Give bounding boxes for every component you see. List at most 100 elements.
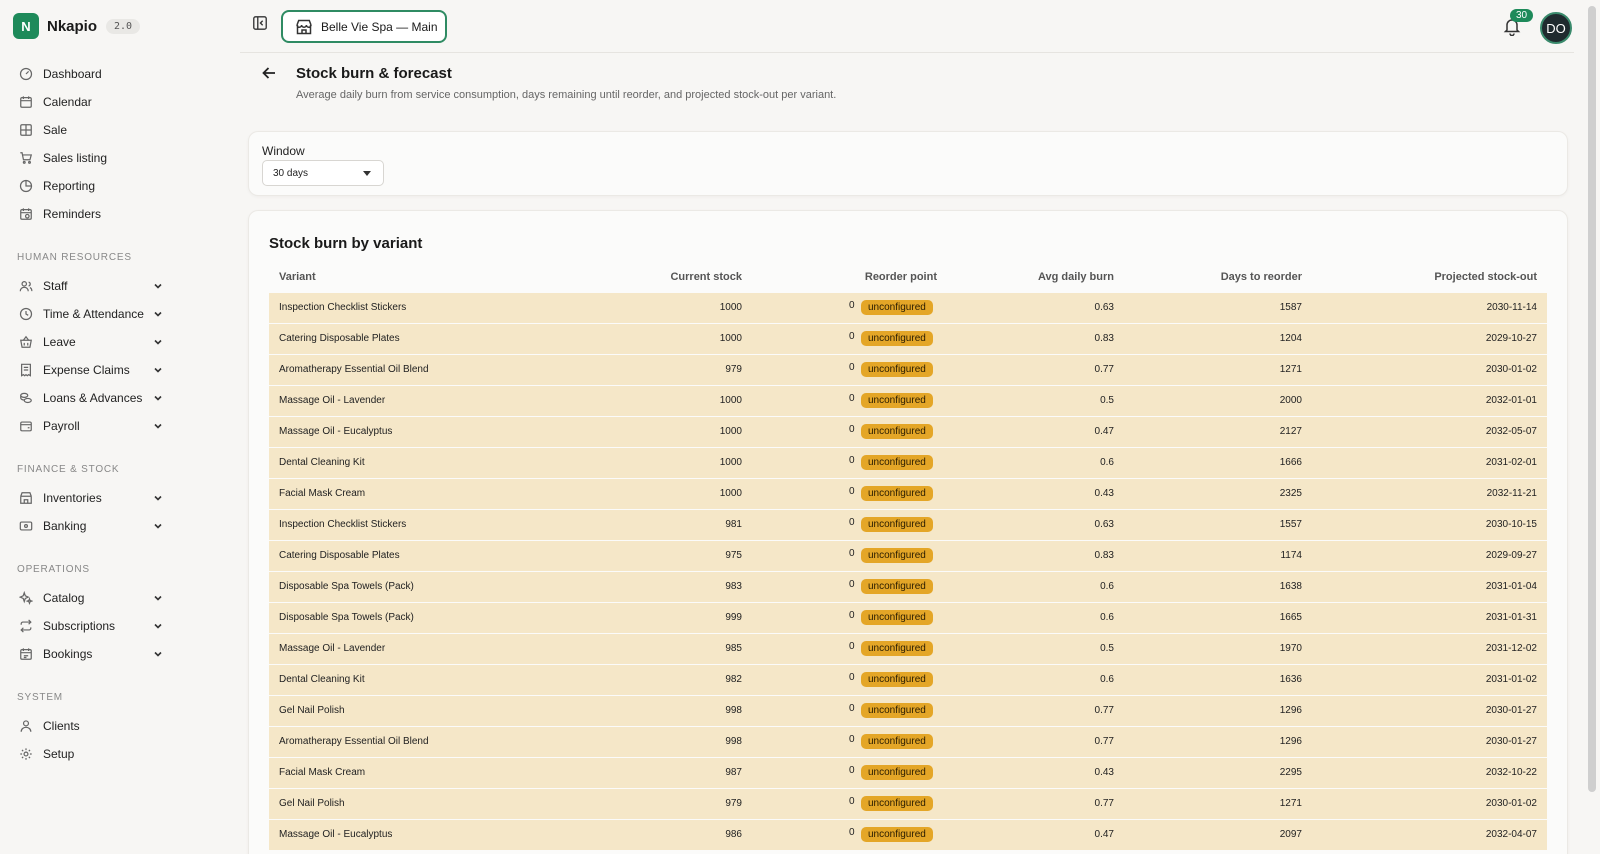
sidebar-item-reporting[interactable]: Reporting — [18, 175, 164, 197]
current-stock-cell: 979 — [725, 798, 742, 809]
window-select-value: 30 days — [273, 167, 309, 179]
status-badge: unconfigured — [861, 610, 933, 625]
chevron-down-icon — [152, 336, 164, 348]
reorder-point-cell: 0 — [849, 517, 855, 528]
table-row[interactable]: Massage Oil - Lavender 1000 0 unconfigured 0… — [269, 386, 1547, 417]
variant-cell: Aromatherapy Essential Oil Blend — [279, 736, 429, 747]
table-row[interactable]: Massage Oil - Lavender 985 0 unconfigured 0.… — [269, 634, 1547, 665]
gear-icon — [18, 746, 34, 762]
days-to-reorder-cell: 2000 — [1279, 395, 1302, 406]
sidebar-item-sale[interactable]: Sale — [18, 119, 164, 141]
sidebar-item-reminders[interactable]: Reminders — [18, 203, 164, 225]
sidebar-item-staff[interactable]: Staff — [18, 275, 164, 297]
table-row[interactable]: Inspection Checklist Stickers 981 0 unconfi… — [269, 510, 1547, 541]
reorder-point-cell: 0 — [849, 424, 855, 435]
projected-stockout-cell: 2030-01-02 — [1485, 364, 1537, 375]
variant-cell: Inspection Checklist Stickers — [279, 302, 407, 313]
column-header-current-stock[interactable]: Current stock — [670, 271, 742, 283]
sidebar-toggle-icon[interactable] — [251, 14, 269, 32]
days-to-reorder-cell: 2295 — [1279, 767, 1302, 778]
column-header-reorder-point[interactable]: Reorder point — [865, 271, 937, 283]
avg-daily-burn-cell: 0.6 — [1100, 581, 1114, 592]
sidebar-item-label: Payroll — [43, 419, 80, 433]
column-header-variant[interactable]: Variant — [279, 271, 316, 283]
variant-cell: Gel Nail Polish — [279, 705, 345, 716]
table-row[interactable]: Disposable Spa Towels (Pack) 999 0 unconfig… — [269, 603, 1547, 634]
sidebar-item-subscriptions[interactable]: Subscriptions — [18, 615, 164, 637]
repeat-icon — [18, 618, 34, 634]
current-stock-cell: 1000 — [719, 395, 742, 406]
days-to-reorder-cell: 1638 — [1279, 581, 1302, 592]
window-label: Window — [262, 144, 305, 158]
table-row[interactable]: Disposable Spa Towels (Pack) 983 0 unconfig… — [269, 572, 1547, 603]
sidebar-item-clients[interactable]: Clients — [18, 715, 164, 737]
sidebar-item-setup[interactable]: Setup — [18, 743, 164, 765]
projected-stockout-cell: 2030-01-27 — [1485, 736, 1537, 747]
sidebar-item-loans-advances[interactable]: Loans & Advances — [18, 387, 164, 409]
brand[interactable]: N Nkapio 2.0 — [13, 13, 141, 39]
reorder-point-cell: 0 — [849, 486, 855, 497]
calendar-check-icon — [18, 646, 34, 662]
days-to-reorder-cell: 1665 — [1279, 612, 1302, 623]
table-row[interactable]: Facial Mask Cream 1000 0 unconfigured 0.43 23… — [269, 479, 1547, 510]
column-header-days-to-reorder[interactable]: Days to reorder — [1221, 271, 1302, 283]
table-row[interactable]: Inspection Checklist Stickers 1000 0 unconf… — [269, 293, 1547, 324]
avg-daily-burn-cell: 0.77 — [1094, 705, 1114, 716]
brand-name: Nkapio — [47, 17, 98, 35]
sidebar-item-leave[interactable]: Leave — [18, 331, 164, 353]
table-row[interactable]: Dental Cleaning Kit 982 0 unconfigured 0.6 16… — [269, 665, 1547, 696]
days-to-reorder-cell: 2127 — [1279, 426, 1302, 437]
reorder-point-cell: 0 — [849, 734, 855, 745]
page-title: Stock burn & forecast — [296, 65, 452, 82]
avg-daily-burn-cell: 0.6 — [1100, 674, 1114, 685]
status-badge: unconfigured — [861, 424, 933, 439]
sidebar-item-payroll[interactable]: Payroll — [18, 415, 164, 437]
avg-daily-burn-cell: 0.83 — [1094, 550, 1114, 561]
status-badge: unconfigured — [861, 579, 933, 594]
table-row[interactable]: Massage Oil - Eucalyptus 986 0 unconfigured… — [269, 820, 1547, 851]
current-stock-cell: 985 — [725, 643, 742, 654]
table-row[interactable]: Massage Oil - Eucalyptus 1000 0 unconfigure… — [269, 417, 1547, 448]
sidebar-item-label: Leave — [43, 335, 76, 349]
sidebar-item-time-attendance[interactable]: Time & Attendance — [18, 303, 164, 325]
sidebar-item-sales-listing[interactable]: Sales listing — [18, 147, 164, 169]
avg-daily-burn-cell: 0.47 — [1094, 829, 1114, 840]
table-row[interactable]: Catering Disposable Plates 975 0 unconfigur… — [269, 541, 1547, 572]
table-row[interactable]: Aromatherapy Essential Oil Blend 998 0 unco… — [269, 727, 1547, 758]
chevron-down-icon — [152, 492, 164, 504]
current-stock-cell: 1000 — [719, 457, 742, 468]
avg-daily-burn-cell: 0.6 — [1100, 457, 1114, 468]
table-row[interactable]: Catering Disposable Plates 1000 0 unconfigu… — [269, 324, 1547, 355]
status-badge: unconfigured — [861, 672, 933, 687]
filter-card — [248, 131, 1568, 196]
sidebar-item-dashboard[interactable]: Dashboard — [18, 63, 164, 85]
variant-cell: Dental Cleaning Kit — [279, 674, 365, 685]
users-icon — [18, 278, 34, 294]
sparkle-icon — [18, 590, 34, 606]
table-row[interactable]: Aromatherapy Essential Oil Blend 979 0 unco… — [269, 355, 1547, 386]
avatar[interactable]: DO — [1540, 12, 1572, 44]
current-stock-cell: 1000 — [719, 488, 742, 499]
window-select[interactable]: 30 days — [262, 160, 384, 186]
current-stock-cell: 1000 — [719, 302, 742, 313]
projected-stockout-cell: 2032-11-21 — [1486, 488, 1537, 499]
sidebar-item-banking[interactable]: Banking — [18, 515, 164, 537]
sidebar-item-label: Time & Attendance — [43, 307, 144, 321]
sidebar-item-bookings[interactable]: Bookings — [18, 643, 164, 665]
table-row[interactable]: Dental Cleaning Kit 1000 0 unconfigured 0.6 1… — [269, 448, 1547, 479]
scrollbar[interactable] — [1588, 6, 1596, 792]
sidebar-item-catalog[interactable]: Catalog — [18, 587, 164, 609]
back-arrow-icon[interactable] — [260, 64, 278, 82]
table-row[interactable]: Gel Nail Polish 979 0 unconfigured 0.77 1271 2… — [269, 789, 1547, 820]
column-header-avg-daily-burn[interactable]: Avg daily burn — [1038, 271, 1114, 283]
sidebar-item-inventories[interactable]: Inventories — [18, 487, 164, 509]
sidebar-item-label: Calendar — [43, 95, 92, 109]
table-row[interactable]: Gel Nail Polish 998 0 unconfigured 0.77 1296 2… — [269, 696, 1547, 727]
sidebar-item-expense-claims[interactable]: Expense Claims — [18, 359, 164, 381]
current-stock-cell: 982 — [725, 674, 742, 685]
days-to-reorder-cell: 1271 — [1279, 798, 1302, 809]
sidebar-item-calendar[interactable]: Calendar — [18, 91, 164, 113]
location-switcher-button[interactable]: Belle Vie Spa — Main — [281, 10, 447, 43]
column-header-projected-stockout[interactable]: Projected stock-out — [1434, 271, 1537, 283]
table-row[interactable]: Facial Mask Cream 987 0 unconfigured 0.43 229… — [269, 758, 1547, 789]
